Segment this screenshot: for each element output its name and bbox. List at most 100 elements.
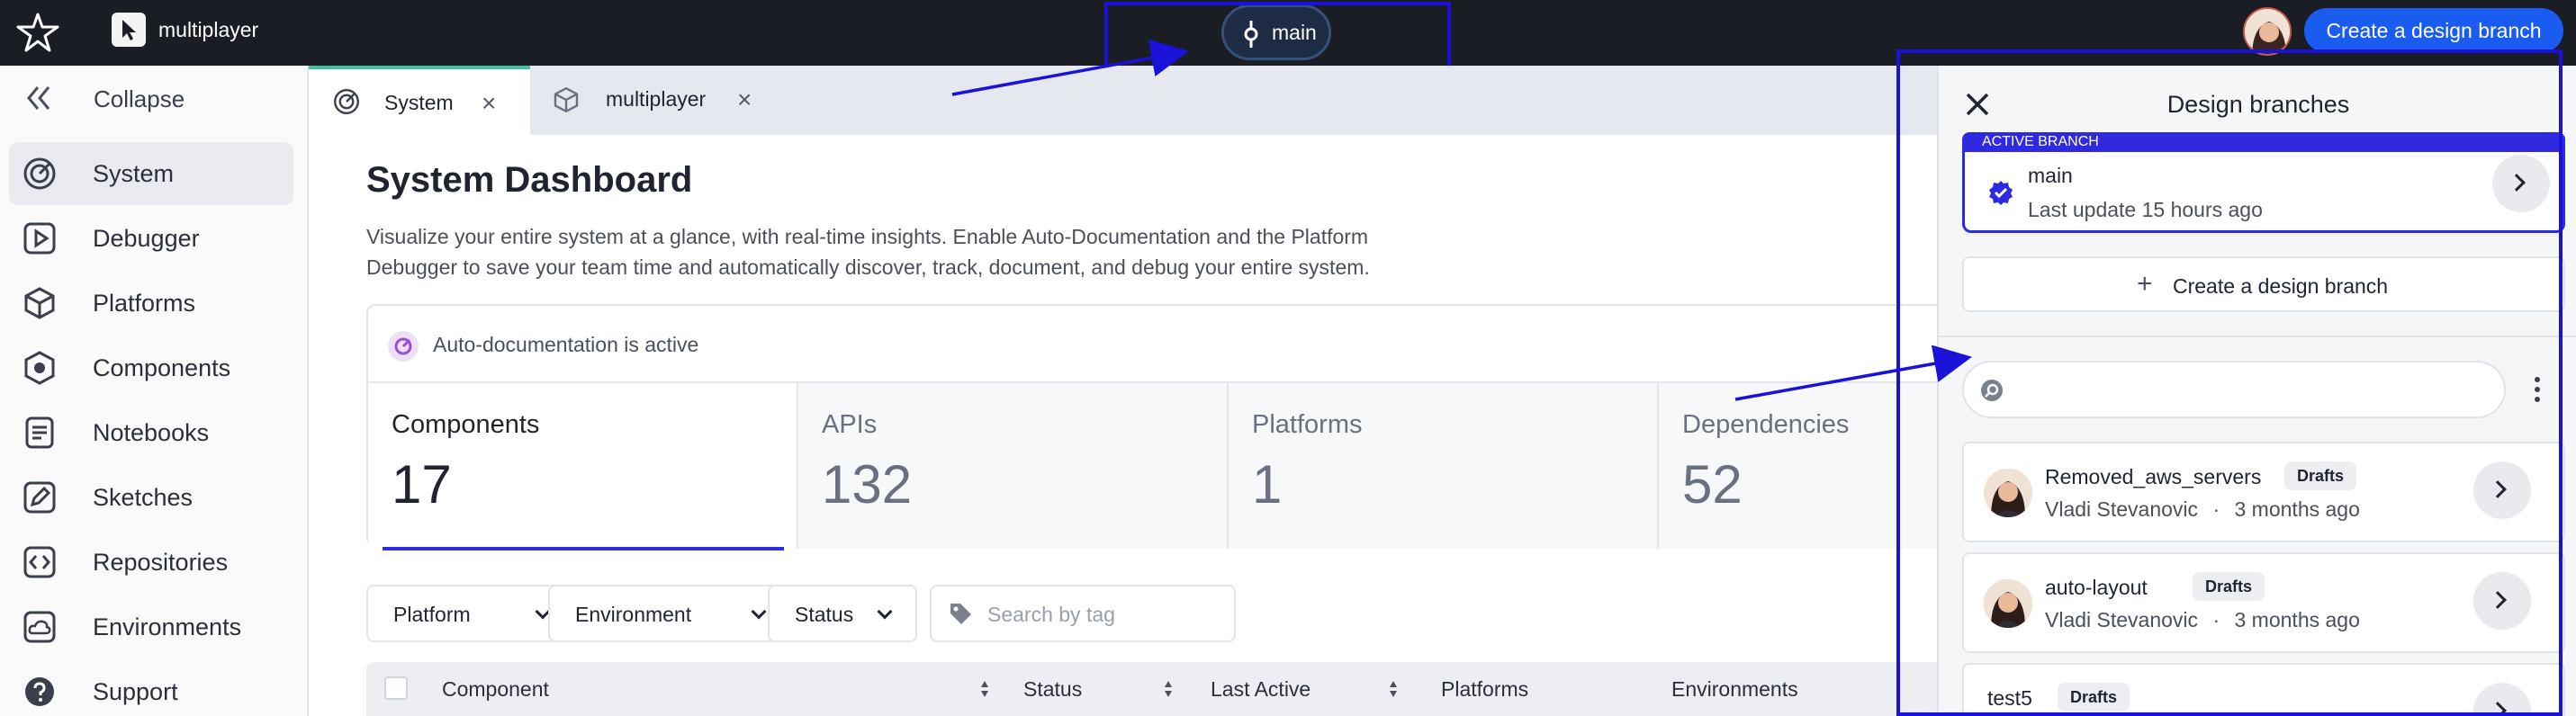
active-branch-updated: Last update 15 hours ago (2028, 198, 2263, 221)
tag-icon (950, 604, 971, 624)
author-avatar (1984, 469, 2032, 517)
column-header-environments[interactable]: Environments (1671, 677, 1798, 702)
tab-bar: System × multiplayer × (309, 66, 1938, 135)
branch-meta: Vladi Stevanovic · 3 months ago (2045, 497, 2360, 521)
status-filter-dropdown[interactable]: Status (768, 585, 917, 642)
column-header-status[interactable]: Status (1023, 677, 1082, 702)
design-branches-drawer: Design branches ACTIVE BRANCH main Last … (1937, 66, 2576, 716)
sort-icon[interactable] (1389, 680, 1398, 698)
active-stat-underline (383, 547, 784, 550)
status-badge: Drafts (2193, 572, 2265, 601)
app-logo-icon[interactable] (16, 13, 59, 52)
close-tab-icon[interactable]: × (737, 85, 752, 114)
chevron-right-icon (2508, 174, 2526, 192)
open-branch-button[interactable] (2473, 683, 2531, 716)
chevron-right-icon (2489, 702, 2507, 716)
branch-author: Vladi Stevanovic (2045, 608, 2199, 631)
stat-value: 1 (1252, 454, 1283, 515)
sort-icon[interactable] (1164, 680, 1173, 698)
create-design-branch-button[interactable]: Create a design branch (2304, 8, 2563, 53)
filter-label: Platform (393, 603, 471, 626)
sidebar-item-repositories[interactable]: Repositories (9, 531, 293, 594)
tab-system[interactable]: System × (309, 66, 530, 135)
column-header-platforms[interactable]: Platforms (1441, 677, 1528, 702)
chevron-right-icon (2489, 480, 2507, 498)
user-avatar[interactable] (2243, 7, 2292, 56)
sidebar-item-environments[interactable]: Environments (9, 595, 293, 658)
system-gauge-icon (334, 89, 359, 114)
more-options-icon[interactable] (2533, 375, 2542, 404)
tab-label: System (384, 91, 454, 114)
verified-check-icon (1989, 181, 2013, 205)
branch-item[interactable]: Removed_aws_servers Drafts Vladi Stevano… (1962, 442, 2565, 542)
page-description: Visualize your entire system at a glance… (366, 225, 1370, 279)
status-badge: Drafts (2058, 683, 2130, 712)
chevron-right-icon (2489, 591, 2507, 609)
sort-icon[interactable] (980, 680, 989, 698)
sidebar-item-platforms[interactable]: Platforms (9, 272, 293, 335)
cube-icon (24, 287, 55, 319)
filter-label: Status (795, 603, 854, 626)
sidebar-item-components[interactable]: Components (9, 336, 293, 399)
environment-filter-dropdown[interactable]: Environment (548, 585, 797, 642)
search-icon (1981, 380, 2003, 401)
branch-time: 3 months ago (2234, 497, 2360, 521)
page-title: System Dashboard (366, 160, 693, 200)
sidebar-item-label: Notebooks (93, 419, 210, 446)
workspace-name[interactable]: multiplayer (158, 18, 258, 42)
sidebar-item-notebooks[interactable]: Notebooks (9, 401, 293, 464)
notebook-icon (25, 416, 54, 449)
author-avatar (1984, 579, 2032, 628)
sidebar-item-label: Platforms (93, 290, 196, 317)
branch-search-input[interactable] (1962, 361, 2506, 418)
platform-filter-dropdown[interactable]: Platform (366, 585, 575, 642)
sidebar-item-system[interactable]: System (9, 142, 293, 205)
system-gauge-icon (23, 157, 56, 190)
active-branch-tag: ACTIVE BRANCH (1962, 132, 2565, 152)
branch-item[interactable]: auto-layout Drafts Vladi Stevanovic · 3 … (1962, 552, 2565, 653)
tab-multiplayer[interactable]: multiplayer × (530, 66, 791, 135)
code-brackets-icon (23, 546, 56, 578)
stat-platforms[interactable]: Platforms 1 (1229, 383, 1659, 549)
plus-icon: + (2137, 269, 2153, 299)
branch-time: 3 months ago (2234, 608, 2360, 631)
select-all-checkbox[interactable] (384, 676, 408, 700)
sidebar-item-label: System (93, 160, 175, 187)
open-branch-button[interactable] (2473, 461, 2531, 519)
status-badge: Drafts (2284, 461, 2357, 490)
sidebar-item-support[interactable]: Support (9, 660, 293, 716)
stat-label: Platforms (1252, 410, 1363, 439)
column-header-component[interactable]: Component (442, 677, 549, 702)
close-tab-icon[interactable]: × (482, 89, 496, 118)
sidebar-item-label: Sketches (93, 484, 194, 511)
branch-name: Removed_aws_servers (2045, 465, 2262, 488)
cube-icon (554, 86, 579, 113)
sidebar-item-label: Environments (93, 613, 242, 640)
branch-name: auto-layout (2045, 576, 2148, 599)
sidebar-item-label: Repositories (93, 549, 229, 576)
stat-apis[interactable]: APIs 132 (798, 383, 1229, 549)
tag-search-input[interactable]: Search by tag (930, 585, 1236, 642)
stats-row: Components 17 APIs 132 Platforms 1 Depen… (368, 381, 2089, 550)
sidebar-item-label: Debugger (93, 225, 200, 252)
open-branch-button[interactable] (2492, 155, 2550, 212)
drawer-title: Design branches (2166, 91, 2350, 118)
pencil-square-icon (23, 481, 56, 514)
workspace-icon[interactable] (112, 13, 146, 47)
divider (1939, 336, 2576, 337)
stat-components[interactable]: Components 17 (368, 383, 798, 550)
stat-label: Dependencies (1682, 410, 1850, 439)
open-branch-button[interactable] (2473, 572, 2531, 630)
branch-item[interactable]: test5 Drafts (1962, 663, 2565, 716)
column-header-last-active[interactable]: Last Active (1211, 677, 1311, 702)
branch-meta: Vladi Stevanovic · 3 months ago (2045, 608, 2360, 631)
active-branch-card[interactable]: ACTIVE BRANCH main Last update 15 hours … (1962, 132, 2565, 233)
sidebar-item-debugger[interactable]: Debugger (9, 207, 293, 270)
stat-value: 132 (822, 454, 913, 515)
tab-label: multiplayer (606, 87, 707, 111)
stat-label: Components (392, 410, 540, 439)
help-icon (25, 677, 54, 706)
sidebar-item-label: Components (93, 354, 231, 381)
create-branch-button[interactable]: + Create a design branch (1962, 256, 2565, 312)
sidebar-item-sketches[interactable]: Sketches (9, 466, 293, 529)
